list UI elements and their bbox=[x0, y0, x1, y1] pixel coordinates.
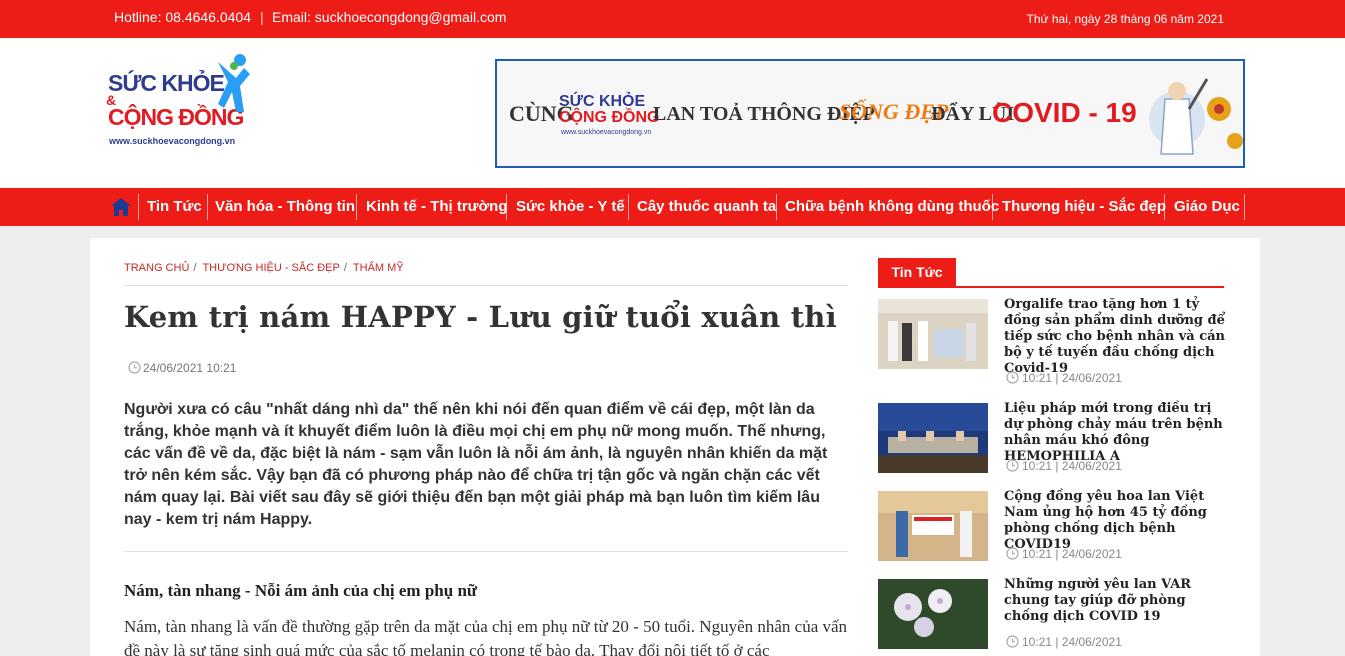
nav-item-van-hoa[interactable]: Văn hóa - Thông tin bbox=[215, 188, 355, 226]
logo-figure-icon bbox=[218, 54, 250, 112]
nav-divider bbox=[628, 194, 629, 220]
article-subheading: Nám, tàn nhang - Nỗi ám ảnh của chị em p… bbox=[124, 581, 478, 600]
hotline[interactable]: Hotline: 08.4646.0404 bbox=[114, 9, 251, 25]
logo-line1: SỨC KHỎE bbox=[108, 70, 225, 96]
news-title[interactable]: Những người yêu lan VAR chung tay giúp đ… bbox=[1004, 577, 1229, 625]
news-thumbnail bbox=[878, 579, 988, 649]
sidebar-tab-tin-tuc[interactable]: Tin Tức bbox=[878, 258, 956, 286]
main-nav: Tin Tức Văn hóa - Thông tin Kinh tế - Th… bbox=[0, 188, 1345, 226]
logo-url: www.suckhoevacongdong.vn bbox=[109, 136, 236, 146]
news-item[interactable]: Orgalife trao tặng hơn 1 tỷ đồng sản phẩ… bbox=[878, 297, 1225, 385]
breadcrumb-separator: / bbox=[343, 262, 347, 274]
article-lead: Người xưa có câu "nhất dáng nhì da" thế … bbox=[124, 401, 828, 528]
divider bbox=[124, 285, 848, 286]
current-date: Thứ hai, ngày 28 tháng 06 năm 2021 bbox=[1026, 12, 1224, 26]
news-meta: 10:21 | 24/06/2021 bbox=[1006, 459, 1122, 473]
news-meta-text: 10:21 | 24/06/2021 bbox=[1022, 635, 1122, 649]
nav-divider bbox=[992, 194, 993, 220]
nav-divider bbox=[1244, 194, 1245, 220]
nav-divider bbox=[506, 194, 507, 220]
nav-divider bbox=[356, 194, 357, 220]
doctor-virus-icon bbox=[1149, 78, 1243, 155]
news-thumbnail bbox=[878, 403, 988, 473]
news-meta: 10:21 | 24/06/2021 bbox=[1006, 547, 1122, 561]
nav-item-thuong-hieu[interactable]: Thương hiệu - Sắc đẹp bbox=[1002, 188, 1166, 226]
clock-icon bbox=[1006, 371, 1019, 384]
banner-word5: COVID - 19 bbox=[992, 97, 1137, 128]
breadcrumb-category[interactable]: THƯƠNG HIỆU - SẮC ĐẸP bbox=[202, 262, 339, 274]
breadcrumb: TRANG CHỦ / THƯƠNG HIỆU - SẮC ĐẸP / THẨM MỸ bbox=[124, 262, 404, 274]
news-meta-text: 10:21 | 24/06/2021 bbox=[1022, 547, 1122, 561]
article-body: Nám, tàn nhang là vấn đề thường gặp trên… bbox=[124, 617, 848, 656]
news-meta: 10:21 | 24/06/2021 bbox=[1006, 371, 1122, 385]
breadcrumb-subcategory[interactable]: THẨM MỸ bbox=[353, 262, 404, 274]
nav-item-suc-khoe[interactable]: Sức khỏe - Y tế bbox=[516, 188, 625, 226]
divider bbox=[124, 551, 848, 552]
topbar-separator: | bbox=[260, 9, 264, 25]
covid-banner[interactable]: CÙNG SỨC KHỎE CỘNG ĐỒNG www.suckhoevacon… bbox=[495, 59, 1245, 168]
clock-icon bbox=[128, 361, 141, 374]
banner-logo-url: www.suckhoevacongdong.vn bbox=[561, 129, 652, 136]
nav-divider bbox=[776, 194, 777, 220]
nav-item-cay-thuoc[interactable]: Cây thuốc quanh ta bbox=[637, 188, 776, 226]
home-icon[interactable] bbox=[110, 196, 132, 218]
nav-item-kinh-te[interactable]: Kinh tế - Thị trường bbox=[366, 188, 508, 226]
news-item[interactable]: Những người yêu lan VAR chung tay giúp đ… bbox=[878, 577, 1224, 649]
article-title: Kem trị nám HAPPY - Lưu giữ tuổi xuân th… bbox=[124, 300, 837, 334]
news-thumbnail bbox=[878, 299, 988, 369]
breadcrumb-separator: / bbox=[193, 262, 197, 274]
nav-divider bbox=[1164, 194, 1165, 220]
news-meta: 10:21 | 24/06/2021 bbox=[1006, 635, 1122, 649]
sidebar-tab-underline bbox=[878, 286, 1224, 288]
clock-icon bbox=[1006, 459, 1019, 472]
nav-item-giao-duc[interactable]: Giáo Dục bbox=[1174, 188, 1240, 226]
news-thumbnail bbox=[878, 491, 988, 561]
top-bar: Hotline: 08.4646.0404 | Email: suckhoeco… bbox=[0, 0, 1345, 38]
site-header: SỨC KHỎE & CỘNG ĐỒNG www.suckhoevacongdo… bbox=[0, 38, 1345, 188]
article-datetime: 24/06/2021 10:21 bbox=[128, 361, 236, 375]
news-item[interactable]: Liệu pháp mới trong điều trị dự phòng ch… bbox=[878, 401, 1224, 473]
news-meta-text: 10:21 | 24/06/2021 bbox=[1022, 459, 1122, 473]
site-logo[interactable]: SỨC KHỎE & CỘNG ĐỒNG www.suckhoevacongdo… bbox=[106, 50, 251, 150]
nav-divider bbox=[207, 194, 208, 220]
news-item[interactable]: Cộng đồng yêu hoa lan Việt Nam ủng hộ hơ… bbox=[878, 489, 1224, 561]
nav-divider bbox=[138, 194, 139, 220]
clock-icon bbox=[1006, 547, 1019, 560]
news-meta-text: 10:21 | 24/06/2021 bbox=[1022, 371, 1122, 385]
nav-item-chua-benh[interactable]: Chữa bệnh không dùng thuốc bbox=[785, 188, 999, 226]
clock-icon bbox=[1006, 635, 1019, 648]
article-datetime-text: 24/06/2021 10:21 bbox=[143, 361, 237, 375]
news-title[interactable]: Orgalife trao tặng hơn 1 tỷ đồng sản phẩ… bbox=[1004, 297, 1229, 377]
breadcrumb-home[interactable]: TRANG CHỦ bbox=[124, 262, 189, 274]
nav-item-tin-tuc[interactable]: Tin Tức bbox=[147, 188, 202, 226]
banner-logo-line2: CỘNG ĐỒNG bbox=[559, 109, 660, 126]
news-title[interactable]: Cộng đồng yêu hoa lan Việt Nam ủng hộ hơ… bbox=[1004, 489, 1229, 553]
email-link[interactable]: Email: suckhoecongdong@gmail.com bbox=[272, 9, 506, 25]
news-title[interactable]: Liệu pháp mới trong điều trị dự phòng ch… bbox=[1004, 401, 1229, 465]
